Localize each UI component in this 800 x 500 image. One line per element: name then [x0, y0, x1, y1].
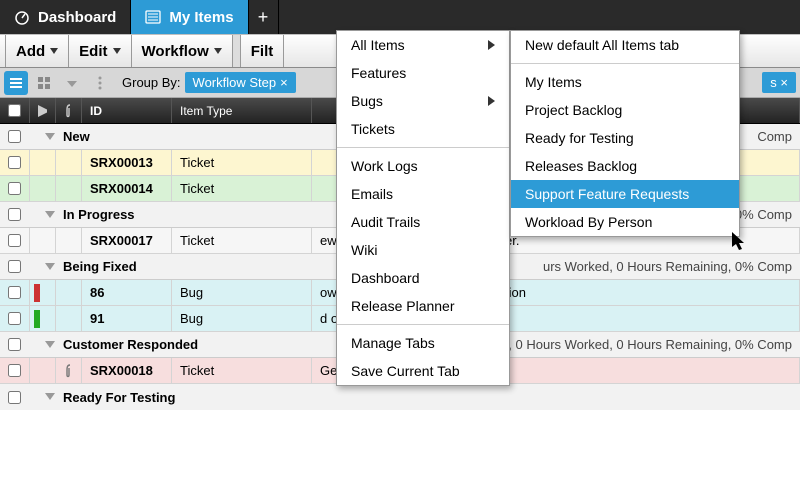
row-checkbox[interactable] — [8, 312, 21, 325]
options-button[interactable] — [88, 71, 112, 95]
menu-item-ready-testing[interactable]: Ready for Testing — [511, 124, 739, 152]
column-chip[interactable]: s × — [762, 72, 796, 93]
collapse-icon[interactable] — [43, 208, 57, 222]
cursor-icon — [732, 232, 748, 252]
chevron-right-icon — [488, 40, 495, 50]
caret-down-icon — [113, 48, 121, 54]
group-checkbox[interactable] — [8, 208, 21, 221]
group-checkbox[interactable] — [8, 338, 21, 351]
add-button[interactable]: Add — [6, 35, 69, 67]
list-view-button[interactable] — [4, 71, 28, 95]
attachment-icon — [56, 358, 82, 383]
groupby-chip[interactable]: Workflow Step× — [185, 72, 296, 93]
group-header[interactable]: Ready For Testing — [0, 384, 800, 410]
tab-my-items[interactable]: My Items — [131, 0, 248, 34]
flag-column[interactable] — [30, 98, 56, 123]
chevron-right-icon — [488, 96, 495, 106]
gauge-icon — [14, 9, 30, 25]
add-tab-menu: All Items Features Bugs Tickets Work Log… — [336, 30, 510, 386]
close-icon: × — [280, 75, 288, 90]
sort-down-button[interactable] — [60, 71, 84, 95]
menu-item-new-default[interactable]: New default All Items tab — [511, 31, 739, 59]
menu-item-worklogs[interactable]: Work Logs — [337, 152, 509, 180]
filter-button[interactable]: Filt — [241, 35, 285, 67]
tab-bar: Dashboard My Items + — [0, 0, 800, 34]
list-icon — [145, 9, 161, 25]
row-checkbox[interactable] — [8, 234, 21, 247]
collapse-icon[interactable] — [43, 260, 57, 274]
priority-indicator — [34, 284, 40, 302]
menu-item-workload-by-person[interactable]: Workload By Person — [511, 208, 739, 236]
menu-item-my-items[interactable]: My Items — [511, 68, 739, 96]
tab-label: Dashboard — [38, 9, 116, 26]
type-column[interactable]: Item Type — [172, 98, 312, 123]
menu-item-emails[interactable]: Emails — [337, 180, 509, 208]
group-checkbox[interactable] — [8, 391, 21, 404]
attachment-column[interactable] — [56, 98, 82, 123]
id-column[interactable]: ID — [82, 98, 172, 123]
menu-item-save-tab[interactable]: Save Current Tab — [337, 357, 509, 385]
add-tab-button[interactable]: + — [249, 0, 279, 34]
collapse-icon[interactable] — [43, 390, 57, 404]
menu-item-tickets[interactable]: Tickets — [337, 115, 509, 143]
tab-dashboard[interactable]: Dashboard — [0, 0, 131, 34]
groupby-label: Group By: — [122, 75, 181, 90]
menu-item-features[interactable]: Features — [337, 59, 509, 87]
menu-item-all-items[interactable]: All Items — [337, 31, 509, 59]
priority-indicator — [34, 310, 40, 328]
row-checkbox[interactable] — [8, 156, 21, 169]
menu-item-bugs[interactable]: Bugs — [337, 87, 509, 115]
workflow-button[interactable]: Workflow — [132, 35, 233, 67]
row-checkbox[interactable] — [8, 364, 21, 377]
menu-item-project-backlog[interactable]: Project Backlog — [511, 96, 739, 124]
menu-item-wiki[interactable]: Wiki — [337, 236, 509, 264]
caret-down-icon — [214, 48, 222, 54]
edit-button[interactable]: Edit — [69, 35, 131, 67]
collapse-icon[interactable] — [43, 338, 57, 352]
menu-item-releases-backlog[interactable]: Releases Backlog — [511, 152, 739, 180]
menu-item-release[interactable]: Release Planner — [337, 292, 509, 320]
collapse-icon[interactable] — [43, 130, 57, 144]
menu-item-dashboard[interactable]: Dashboard — [337, 264, 509, 292]
all-items-submenu: New default All Items tab My Items Proje… — [510, 30, 740, 237]
menu-item-manage-tabs[interactable]: Manage Tabs — [337, 329, 509, 357]
select-all-checkbox[interactable] — [8, 104, 21, 117]
menu-item-audit[interactable]: Audit Trails — [337, 208, 509, 236]
row-checkbox[interactable] — [8, 182, 21, 195]
select-all-cell[interactable] — [0, 98, 30, 123]
grid-view-button[interactable] — [32, 71, 56, 95]
group-checkbox[interactable] — [8, 260, 21, 273]
row-checkbox[interactable] — [8, 286, 21, 299]
group-checkbox[interactable] — [8, 130, 21, 143]
plus-icon: + — [258, 7, 269, 28]
menu-item-support-feature-requests[interactable]: Support Feature Requests — [511, 180, 739, 208]
caret-down-icon — [50, 48, 58, 54]
tab-label: My Items — [169, 9, 233, 26]
